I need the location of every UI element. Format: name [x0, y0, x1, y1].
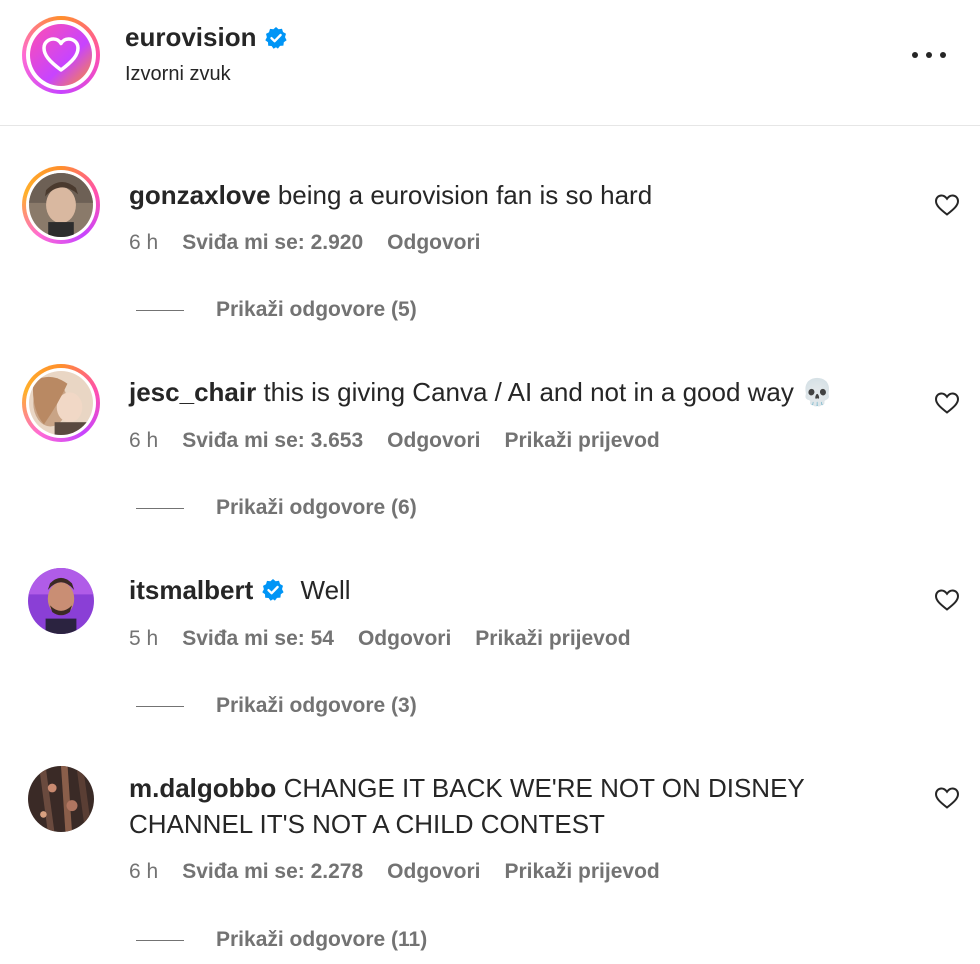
post-username-row: eurovision: [125, 22, 288, 53]
avatar-photo: [28, 766, 94, 832]
avatar-photo: [28, 568, 94, 634]
comment-meta: 5 h Sviđa mi se: 54 Odgovori Prikaži pri…: [129, 627, 631, 651]
comment-meta: 6 h Sviđa mi se: 2.920 Odgovori: [129, 231, 481, 255]
replies-divider: [136, 705, 184, 707]
comment-time[interactable]: 6 h: [129, 860, 158, 884]
view-replies-label: Prikaži odgovore (3): [216, 694, 417, 717]
view-replies-button[interactable]: Prikaži odgovore (3): [136, 694, 417, 718]
comment-time[interactable]: 5 h: [129, 627, 158, 651]
avatar[interactable]: [22, 364, 100, 442]
view-replies-button[interactable]: Prikaži odgovore (5): [136, 298, 417, 322]
replies-divider: [136, 507, 184, 509]
eurovision-heart-logo: [42, 37, 80, 72]
likes-count[interactable]: Sviđa mi se: 54: [182, 627, 334, 651]
verified-badge-icon: [261, 578, 285, 602]
post-author-avatar[interactable]: [22, 16, 100, 94]
translate-button[interactable]: Prikaži prijevod: [505, 860, 660, 884]
avatar-photo: [29, 371, 93, 435]
view-replies-label: Prikaži odgovore (5): [216, 298, 417, 321]
view-replies-button[interactable]: Prikaži odgovore (11): [136, 928, 427, 952]
view-replies-label: Prikaži odgovore (11): [216, 928, 428, 951]
comment-body: gonzaxlove being a eurovision fan is so …: [129, 177, 849, 213]
comment-text: being a eurovision fan is so hard: [277, 180, 653, 210]
reply-button[interactable]: Odgovori: [358, 627, 451, 651]
view-replies-label: Prikaži odgovore (6): [216, 496, 417, 519]
avatar[interactable]: [22, 562, 100, 640]
view-replies-button[interactable]: Prikaži odgovore (6): [136, 496, 417, 520]
avatar[interactable]: [22, 166, 100, 244]
comment-body: jesc_chair this is giving Canva / AI and…: [129, 374, 849, 410]
likes-count[interactable]: Sviđa mi se: 3.653: [182, 429, 363, 453]
comment-time[interactable]: 6 h: [129, 429, 158, 453]
avatar[interactable]: [22, 760, 100, 838]
replies-divider: [136, 309, 184, 311]
likes-count[interactable]: Sviđa mi se: 2.278: [182, 860, 363, 884]
heart-outline-icon[interactable]: [934, 588, 960, 612]
verified-badge-icon: [264, 26, 288, 50]
heart-outline-icon[interactable]: [934, 193, 960, 217]
avatar-photo: [29, 173, 93, 237]
reply-button[interactable]: Odgovori: [387, 231, 480, 255]
comment-username[interactable]: itsmalbert: [129, 572, 253, 608]
likes-count[interactable]: Sviđa mi se: 2.920: [182, 231, 363, 255]
comment-text: Well: [300, 575, 351, 605]
comment-body: m.dalgobbo CHANGE IT BACK WE'RE NOT ON D…: [129, 770, 849, 842]
comment-username[interactable]: gonzaxlove: [129, 180, 271, 210]
reply-button[interactable]: Odgovori: [387, 429, 480, 453]
comment-meta: 6 h Sviđa mi se: 3.653 Odgovori Prikaži …: [129, 429, 660, 453]
comment-body: itsmalbert Well: [129, 572, 849, 608]
reply-button[interactable]: Odgovori: [387, 860, 480, 884]
more-options-icon[interactable]: [912, 40, 946, 70]
comment-time[interactable]: 6 h: [129, 231, 158, 255]
replies-divider: [136, 939, 184, 941]
heart-outline-icon[interactable]: [934, 786, 960, 810]
comment-username[interactable]: jesc_chair: [129, 377, 256, 407]
translate-button[interactable]: Prikaži prijevod: [475, 627, 630, 651]
heart-outline-icon[interactable]: [934, 391, 960, 415]
comment-username[interactable]: m.dalgobbo: [129, 773, 276, 803]
post-header: eurovision Izvorni zvuk: [0, 0, 980, 126]
translate-button[interactable]: Prikaži prijevod: [505, 429, 660, 453]
post-username[interactable]: eurovision: [125, 22, 256, 53]
comment-text: this is giving Canva / AI and not in a g…: [263, 377, 834, 407]
post-audio-label[interactable]: Izvorni zvuk: [125, 63, 231, 86]
comment-meta: 6 h Sviđa mi se: 2.278 Odgovori Prikaži …: [129, 860, 660, 884]
